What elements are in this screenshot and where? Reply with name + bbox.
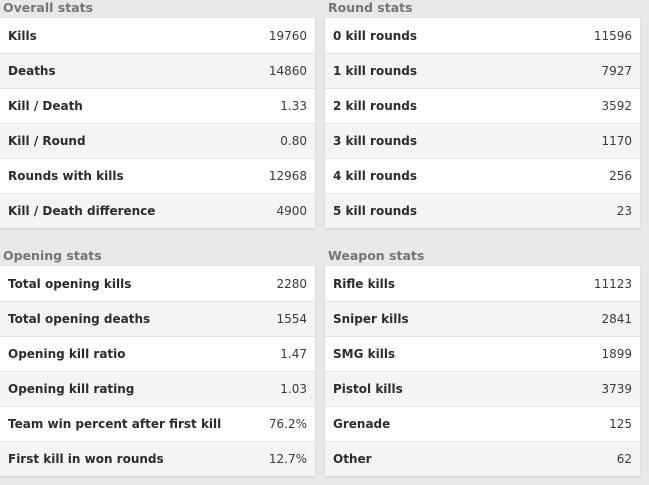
panel-title: Weapon stats <box>328 248 425 263</box>
stat-row-opening-kill-ratio: Opening kill ratio 1.47 <box>0 336 315 371</box>
stat-label: Kill / Death difference <box>8 204 156 218</box>
stat-value: 76.2% <box>268 417 307 431</box>
stat-value: 1554 <box>276 312 307 326</box>
stat-row-5-kill-rounds: 5 kill rounds 23 <box>325 193 640 228</box>
stats-table: 0 kill rounds 11596 1 kill rounds 7927 2… <box>325 18 640 228</box>
stat-label: Sniper kills <box>333 312 409 326</box>
stat-row-total-opening-kills: Total opening kills 2280 <box>0 266 315 301</box>
stat-row-4-kill-rounds: 4 kill rounds 256 <box>325 158 640 193</box>
panel-title: Round stats <box>328 0 413 15</box>
stat-value: 0.80 <box>280 134 307 148</box>
stat-row-team-win-percent: Team win percent after first kill 76.2% <box>0 406 315 441</box>
stat-value: 125 <box>609 417 632 431</box>
stat-label: 1 kill rounds <box>333 64 418 78</box>
stat-row-1-kill-rounds: 1 kill rounds 7927 <box>325 53 640 88</box>
stat-label: 4 kill rounds <box>333 169 418 183</box>
stat-value: 12.7% <box>268 452 307 466</box>
stat-label: Kill / Round <box>8 134 86 148</box>
stat-label: Other <box>333 452 372 466</box>
stat-value: 23 <box>616 204 632 218</box>
stat-row-first-kill-won-rounds: First kill in won rounds 12.7% <box>0 441 315 476</box>
stat-row-kill-death: Kill / Death 1.33 <box>0 88 315 123</box>
stat-label: Kills <box>8 28 37 43</box>
stats-table: Kills 19760 Deaths 14860 Kill / Death 1.… <box>0 18 315 228</box>
stat-row-pistol-kills: Pistol kills 3739 <box>325 371 640 406</box>
panel-title: Opening stats <box>3 248 102 263</box>
stat-row-2-kill-rounds: 2 kill rounds 3592 <box>325 88 640 123</box>
stat-value: 1.03 <box>280 382 307 396</box>
stat-value: 19760 <box>268 28 307 43</box>
panel-title: Overall stats <box>3 0 94 15</box>
stat-row-kill-death-difference: Kill / Death difference 4900 <box>0 193 315 228</box>
stat-value: 1.33 <box>280 99 307 113</box>
stat-row-kill-round: Kill / Round 0.80 <box>0 123 315 158</box>
stat-label: SMG kills <box>333 347 396 361</box>
opening-stats-panel: Opening stats Total opening kills 2280 T… <box>0 248 315 476</box>
stat-label: 5 kill rounds <box>333 204 418 218</box>
stat-label: Grenade <box>333 417 391 431</box>
stat-row-sniper-kills: Sniper kills 2841 <box>325 301 640 336</box>
stat-value: 14860 <box>268 64 307 78</box>
stat-value: 4900 <box>276 204 307 218</box>
stat-value: 1170 <box>601 134 632 148</box>
stat-label: Total opening deaths <box>8 312 151 326</box>
stat-value: 7927 <box>601 64 632 78</box>
stat-value: 1899 <box>601 347 632 361</box>
stat-label: Total opening kills <box>8 276 132 291</box>
round-stats-panel: Round stats 0 kill rounds 11596 1 kill r… <box>325 0 640 228</box>
stat-value: 1.47 <box>280 347 307 361</box>
stat-label: Deaths <box>8 64 56 78</box>
stat-value: 11123 <box>593 276 632 291</box>
stat-row-grenade: Grenade 125 <box>325 406 640 441</box>
stat-row-other: Other 62 <box>325 441 640 476</box>
stat-label: Rifle kills <box>333 276 396 291</box>
stat-label: Rounds with kills <box>8 169 124 183</box>
stat-value: 12968 <box>268 169 307 183</box>
stat-row-opening-kill-rating: Opening kill rating 1.03 <box>0 371 315 406</box>
stat-label: Opening kill rating <box>8 382 135 396</box>
stat-label: 2 kill rounds <box>333 99 418 113</box>
stat-value: 256 <box>609 169 632 183</box>
stat-value: 2280 <box>276 276 307 291</box>
stat-label: Kill / Death <box>8 99 83 113</box>
stat-value: 62 <box>616 452 632 466</box>
stat-row-total-opening-deaths: Total opening deaths 1554 <box>0 301 315 336</box>
stat-label: Opening kill ratio <box>8 347 126 361</box>
stat-row-0-kill-rounds: 0 kill rounds 11596 <box>325 18 640 53</box>
overall-stats-panel: Overall stats Kills 19760 Deaths 14860 K… <box>0 0 315 228</box>
stat-row-kills: Kills 19760 <box>0 18 315 53</box>
weapon-stats-panel: Weapon stats Rifle kills 11123 Sniper ki… <box>325 248 640 476</box>
stats-table: Rifle kills 11123 Sniper kills 2841 SMG … <box>325 266 640 476</box>
stat-label: First kill in won rounds <box>8 452 164 466</box>
stat-value: 3592 <box>601 99 632 113</box>
stat-row-rifle-kills: Rifle kills 11123 <box>325 266 640 301</box>
stat-value: 2841 <box>601 312 632 326</box>
stat-row-3-kill-rounds: 3 kill rounds 1170 <box>325 123 640 158</box>
stats-table: Total opening kills 2280 Total opening d… <box>0 266 315 476</box>
stat-label: Team win percent after first kill <box>8 417 222 431</box>
stat-label: 0 kill rounds <box>333 28 418 43</box>
stat-row-deaths: Deaths 14860 <box>0 53 315 88</box>
stat-label: 3 kill rounds <box>333 134 418 148</box>
stat-row-smg-kills: SMG kills 1899 <box>325 336 640 371</box>
stat-value: 11596 <box>593 28 632 43</box>
stat-label: Pistol kills <box>333 382 403 396</box>
stat-value: 3739 <box>601 382 632 396</box>
stat-row-rounds-with-kills: Rounds with kills 12968 <box>0 158 315 193</box>
